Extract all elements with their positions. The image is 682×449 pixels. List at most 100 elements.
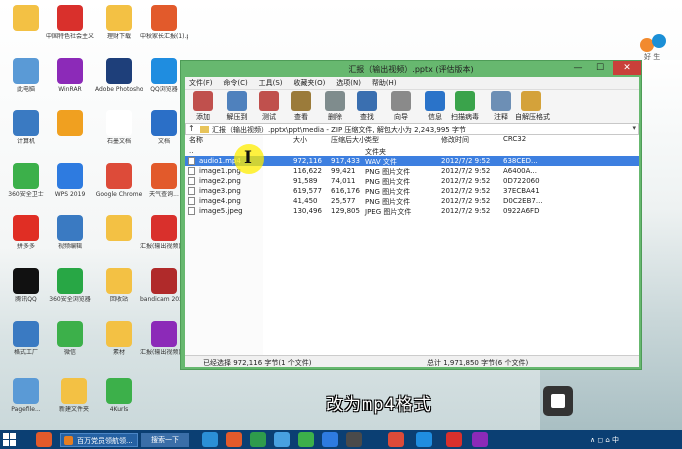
toolbar-button[interactable]: 测试 [253,91,285,122]
file-modified: 2012/7/2 9:52 [441,187,491,195]
taskbar-pinned-app-icon[interactable] [226,432,242,447]
file-row[interactable]: image5.jpeg 130,496 129,805 JPEG 图片文件 2012/7… [185,206,639,216]
app-icon [13,110,39,136]
address-bar[interactable]: ↑ 汇报（输出视频）.pptx\ppt\media - ZIP 压缩文件, 解包… [185,123,639,135]
maximize-button[interactable]: ☐ [589,61,611,75]
desktop-shortcut[interactable]: 素材 [95,321,143,357]
taskbar-pinned-app-icon[interactable] [250,432,266,447]
menu-favorites[interactable]: 收藏夹(O) [289,77,329,89]
toolbar-button[interactable]: 查看 [285,91,317,122]
desktop-shortcut-label: 此电脑 [16,86,35,93]
desktop-shortcut[interactable]: 石墨文档 [95,110,143,146]
app-icon [13,268,39,294]
toolbar-button[interactable]: 信息 [419,91,451,122]
file-row[interactable]: image3.png 619,577 616,176 PNG 图片文件 2012/7/2… [185,186,639,196]
desktop-shortcut[interactable]: 回收站 [95,268,143,304]
system-tray[interactable]: ∧ ◻ ⌂ 中 [590,435,619,445]
column-modified[interactable]: 修改时间 [441,135,469,146]
desktop-shortcut[interactable]: 新建文件夹 [50,378,98,414]
desktop-shortcut[interactable]: 4Kurls [95,378,143,414]
toolbar-label: 查找 [360,113,374,121]
taskbar-pinned-app-icon[interactable] [446,432,462,447]
menu-options[interactable]: 选项(N) [332,77,365,89]
taskbar-pinned-app-icon[interactable] [472,432,488,447]
column-crc[interactable]: CRC32 [503,135,526,146]
video-subtitle: 改为mp4格式 [326,395,432,415]
file-row[interactable]: image2.png 91,589 74,011 PNG 图片文件 2012/7/2 9… [185,176,639,186]
toolbar-button[interactable]: 向导 [385,91,417,122]
taskbar-pinned-app-icon[interactable] [322,432,338,447]
desktop-shortcut[interactable] [95,215,143,243]
winrar-window[interactable]: 汇报（输出视频）.pptx (评估版本) — ☐ ✕ 文件(F) 命令(C) 工… [180,60,642,370]
toolbar-icon [455,91,475,111]
desktop-shortcut[interactable]: WPS 2019 [46,163,94,199]
desktop-shortcut[interactable]: Pagefile... [2,378,50,414]
desktop-shortcut[interactable]: 微信 [46,321,94,357]
desktop-shortcut-label: Adobe Photosho... [95,86,143,93]
menu-help[interactable]: 帮助(H) [368,77,401,89]
column-size[interactable]: 大小 [293,135,307,146]
menu-command[interactable]: 命令(C) [219,77,251,89]
file-modified: 2012/7/2 9:52 [441,157,491,165]
column-name[interactable]: 名称 [189,135,203,146]
file-modified: 2012/7/2 9:52 [441,207,491,215]
toolbar-icon [425,91,445,111]
chevron-down-icon[interactable]: ▾ [632,124,636,132]
app-icon [57,58,83,84]
desktop-shortcut[interactable]: Google Chrome [95,163,143,199]
toolbar-icon [259,91,279,111]
column-type[interactable]: 类型 [365,135,379,146]
file-packed: 129,805 [331,207,360,215]
desktop-shortcut[interactable]: 视频编辑 [46,215,94,251]
desktop-shortcut[interactable] [46,110,94,138]
toolbar-icon [325,91,345,111]
usb-drive-icon[interactable] [543,386,573,416]
taskbar-pinned-app-icon[interactable] [202,432,218,447]
toolbar-button[interactable]: 添加 [187,91,219,122]
desktop-shortcut[interactable]: Adobe Photosho... [95,58,143,94]
taskbar-pinned-app-icon[interactable] [298,432,314,447]
file-crc: 638CED... [503,157,538,165]
toolbar-button[interactable]: 删除 [319,91,351,122]
desktop-shortcut[interactable]: 拼多多 [2,215,50,251]
desktop-shortcut[interactable]: 此电脑 [2,58,50,94]
desktop-shortcut[interactable]: 360安全浏览器 [46,268,94,304]
desktop-shortcut-label: 视频编辑 [57,243,82,250]
toolbar-button[interactable]: 扫描病毒 [449,91,481,122]
desktop-shortcut[interactable]: 中国特色社会主义制度 [46,5,94,41]
desktop-shortcut[interactable]: 格式工厂 [2,321,50,357]
taskbar-pinned-app-icon[interactable] [416,432,432,447]
toolbar-button[interactable]: 自解压格式 [515,91,550,122]
desktop-shortcut[interactable]: 理财下载 [95,5,143,41]
start-button[interactable] [3,433,17,446]
menu-tools[interactable]: 工具(S) [255,77,287,89]
desktop-shortcut[interactable]: 腾讯QQ [2,268,50,304]
close-button[interactable]: ✕ [613,61,641,75]
desktop-shortcut[interactable] [2,5,50,33]
file-row[interactable]: image4.png 41,450 25,577 PNG 图片文件 2012/7/2 9… [185,196,639,206]
taskbar-search-button[interactable]: 搜索一下 [141,433,189,447]
title-bar[interactable]: 汇报（输出视频）.pptx (评估版本) — ☐ ✕ [181,61,641,77]
desktop-shortcut[interactable]: 中秋家长汇报(1).pptx [140,5,188,41]
toolbar-button[interactable]: 查找 [351,91,383,122]
up-arrow-icon[interactable]: ↑ [188,124,198,133]
file-icon [188,167,195,175]
desktop-shortcut[interactable]: WinRAR [46,58,94,94]
taskbar-app-icon[interactable] [36,432,52,447]
text-cursor-icon: I [244,148,252,168]
file-size: 41,450 [293,197,318,205]
taskbar-task-button[interactable]: 百万党员领航领... [60,433,138,447]
taskbar-pinned-app-icon[interactable] [274,432,290,447]
minimize-button[interactable]: — [567,61,589,75]
app-icon [57,321,83,347]
toolbar-button[interactable]: 解压到 [221,91,253,122]
column-packed[interactable]: 压缩后大小 [331,135,366,146]
desktop-shortcut-label: 360安全卫士 [8,191,44,198]
toolbar-button[interactable]: 注释 [485,91,517,122]
menu-file[interactable]: 文件(F) [185,77,217,89]
desktop-shortcut[interactable]: 360安全卫士 [2,163,50,199]
taskbar-pinned-app-icon[interactable] [346,432,362,447]
file-icon [188,187,195,195]
desktop-shortcut[interactable]: 计算机 [2,110,50,146]
taskbar-pinned-app-icon[interactable] [388,432,404,447]
